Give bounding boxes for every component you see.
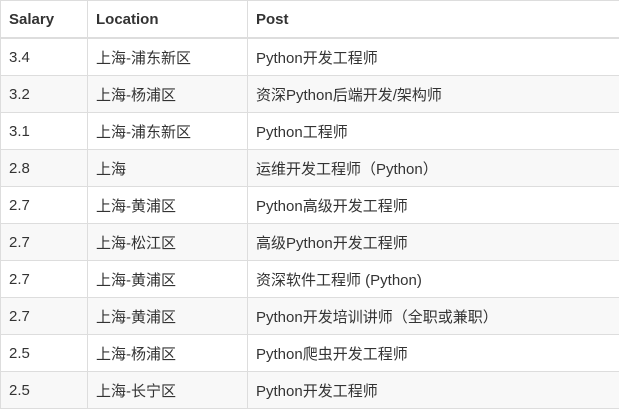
post-cell: Python开发工程师 — [248, 38, 619, 76]
table-row: 2.7上海-黄浦区Python开发培训讲师（全职或兼职） — [1, 298, 619, 335]
post-cell: 资深软件工程师 (Python) — [248, 261, 619, 298]
salary-cell: 2.7 — [1, 298, 88, 335]
table-body: 3.4上海-浦东新区Python开发工程师3.2上海-杨浦区资深Python后端… — [1, 38, 619, 409]
post-cell: Python开发工程师 — [248, 372, 619, 409]
salary-cell: 2.8 — [1, 150, 88, 187]
post-cell: Python工程师 — [248, 113, 619, 150]
location-cell: 上海-松江区 — [88, 224, 248, 261]
post-cell: Python爬虫开发工程师 — [248, 335, 619, 372]
location-cell: 上海-长宁区 — [88, 372, 248, 409]
post-cell: 运维开发工程师（Python） — [248, 150, 619, 187]
post-cell: 资深Python后端开发/架构师 — [248, 76, 619, 113]
location-cell: 上海-黄浦区 — [88, 298, 248, 335]
table-row: 2.7上海-松江区高级Python开发工程师 — [1, 224, 619, 261]
table-row: 3.2上海-杨浦区资深Python后端开发/架构师 — [1, 76, 619, 113]
table-row: 3.1上海-浦东新区Python工程师 — [1, 113, 619, 150]
salary-cell: 2.7 — [1, 261, 88, 298]
column-header-post: Post — [248, 1, 619, 39]
table-header-row: Salary Location Post — [1, 1, 619, 39]
location-cell: 上海-杨浦区 — [88, 76, 248, 113]
location-cell: 上海-杨浦区 — [88, 335, 248, 372]
table-row: 2.7上海-黄浦区Python高级开发工程师 — [1, 187, 619, 224]
table-row: 2.8上海运维开发工程师（Python） — [1, 150, 619, 187]
column-header-salary: Salary — [1, 1, 88, 39]
salary-cell: 3.4 — [1, 38, 88, 76]
salary-table: Salary Location Post 3.4上海-浦东新区Python开发工… — [0, 0, 619, 409]
salary-cell: 3.2 — [1, 76, 88, 113]
post-cell: 高级Python开发工程师 — [248, 224, 619, 261]
location-cell: 上海 — [88, 150, 248, 187]
table-row: 2.5上海-杨浦区Python爬虫开发工程师 — [1, 335, 619, 372]
post-cell: Python高级开发工程师 — [248, 187, 619, 224]
location-cell: 上海-浦东新区 — [88, 38, 248, 76]
salary-cell: 2.7 — [1, 224, 88, 261]
salary-cell: 2.5 — [1, 335, 88, 372]
location-cell: 上海-黄浦区 — [88, 187, 248, 224]
post-cell: Python开发培训讲师（全职或兼职） — [248, 298, 619, 335]
table-row: 3.4上海-浦东新区Python开发工程师 — [1, 38, 619, 76]
salary-cell: 3.1 — [1, 113, 88, 150]
table-row: 2.5上海-长宁区Python开发工程师 — [1, 372, 619, 409]
salary-cell: 2.5 — [1, 372, 88, 409]
location-cell: 上海-黄浦区 — [88, 261, 248, 298]
salary-cell: 2.7 — [1, 187, 88, 224]
location-cell: 上海-浦东新区 — [88, 113, 248, 150]
table-row: 2.7上海-黄浦区资深软件工程师 (Python) — [1, 261, 619, 298]
column-header-location: Location — [88, 1, 248, 39]
